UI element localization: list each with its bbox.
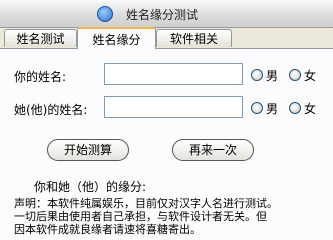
tab-name-test[interactable]: 姓名测试 (4, 29, 77, 47)
their-gender-male-radio[interactable]: 男 (251, 100, 278, 116)
radio-circle-icon (251, 102, 263, 114)
their-name-label: 她(他)的姓名: (14, 103, 88, 117)
female-label: 女 (304, 68, 317, 83)
radio-circle-icon (289, 102, 301, 114)
your-name-input[interactable] (104, 63, 243, 85)
their-gender-female-radio[interactable]: 女 (289, 100, 316, 116)
your-name-label: 你的姓名: (14, 70, 67, 84)
radio-circle-icon (251, 69, 263, 81)
tab-software-info[interactable]: 软件相关 (156, 29, 232, 47)
result-label: 你和她（他）的缘分: (34, 180, 147, 194)
radio-circle-icon (289, 69, 301, 81)
your-gender-male-radio[interactable]: 男 (251, 67, 278, 83)
male-label: 男 (266, 101, 279, 116)
male-label: 男 (266, 68, 279, 83)
disclaimer-line: 一切后果由使用者自己承担，与软件设计者无关。但 (14, 210, 267, 223)
disclaimer-line: 因本软件成就良缘者请速将喜糖寄出。 (14, 223, 201, 236)
start-test-button[interactable]: 开始测算 (47, 139, 129, 161)
disclaimer-text: 声明：本软件纯属娱乐，目前仅对汉字人名进行测试。 一切后果由使用者自己承担，与软… (14, 197, 329, 236)
try-again-button[interactable]: 再来一次 (172, 139, 254, 161)
disclaimer-line: 声明：本软件纯属娱乐，目前仅对汉字人名进行测试。 (14, 197, 278, 210)
their-name-input[interactable] (104, 96, 243, 118)
your-gender-female-radio[interactable]: 女 (289, 67, 316, 83)
title-bar[interactable]: 姓名缘分测试 (0, 0, 333, 28)
female-label: 女 (304, 101, 317, 116)
tab-name-fate[interactable]: 姓名缘分 (77, 27, 156, 49)
tab-bar: 姓名测试 姓名缘分 软件相关 (4, 27, 333, 49)
window-title: 姓名缘分测试 (126, 8, 199, 22)
app-icon (97, 6, 113, 22)
